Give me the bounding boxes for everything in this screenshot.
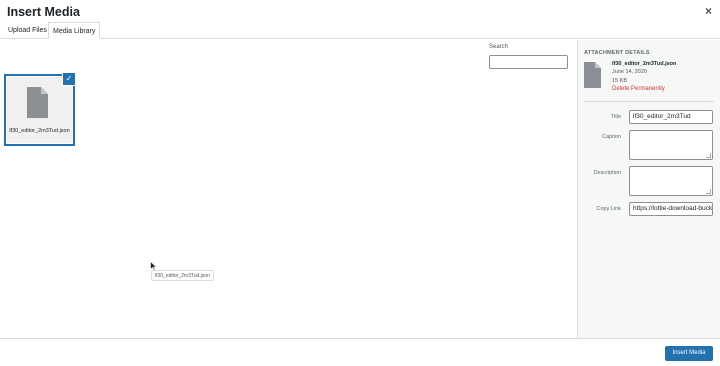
description-field[interactable] — [629, 166, 713, 196]
caption-field[interactable] — [629, 130, 713, 160]
modal-title: Insert Media — [7, 5, 80, 19]
insert-media-modal: Insert Media × Upload Files Media Librar… — [0, 0, 720, 366]
details-filesize: 15 KB — [612, 78, 627, 84]
modal-footer: Insert Media — [0, 338, 720, 366]
tab-media-library[interactable]: Media Library — [48, 22, 101, 39]
description-label: Description — [593, 170, 621, 176]
attachment-filename: lf30_editor_2m3Tud.json — [9, 128, 70, 134]
details-date: June 14, 2020 — [612, 69, 647, 75]
search-input[interactable] — [489, 55, 568, 69]
document-thumbnail-icon — [584, 62, 601, 88]
copy-link-field[interactable]: https://lottie-download-bucket — [629, 202, 713, 216]
caption-label: Caption — [602, 134, 621, 140]
delete-permanently-link[interactable]: Delete Permanently — [612, 86, 665, 92]
insert-media-button[interactable]: Insert Media — [665, 346, 713, 361]
document-icon — [27, 87, 48, 118]
media-tabs: Upload Files Media Library — [0, 22, 720, 39]
attachment-item[interactable]: lf30_editor_2m3Tud.json — [6, 76, 73, 144]
tab-upload-files[interactable]: Upload Files — [4, 22, 51, 39]
attachment-details-sidebar: ATTACHMENT DETAILS lf30_editor_2m3Tud.js… — [577, 40, 720, 338]
details-divider — [584, 101, 714, 102]
copy-link-label: Copy Link — [596, 206, 621, 212]
close-icon[interactable]: × — [705, 4, 712, 18]
details-filename: lf30_editor_2m3Tud.json — [612, 61, 677, 67]
media-library-content — [0, 40, 577, 338]
title-field[interactable]: lf30_editor_2m3Tud — [629, 110, 713, 124]
title-label: Title — [610, 114, 621, 120]
search-label: Search — [489, 44, 509, 50]
drag-tooltip: lf30_editor_2m3Tud.json — [151, 270, 214, 281]
checkmark-icon[interactable]: ✓ — [63, 73, 75, 85]
attachment-details-heading: ATTACHMENT DETAILS — [584, 50, 650, 56]
